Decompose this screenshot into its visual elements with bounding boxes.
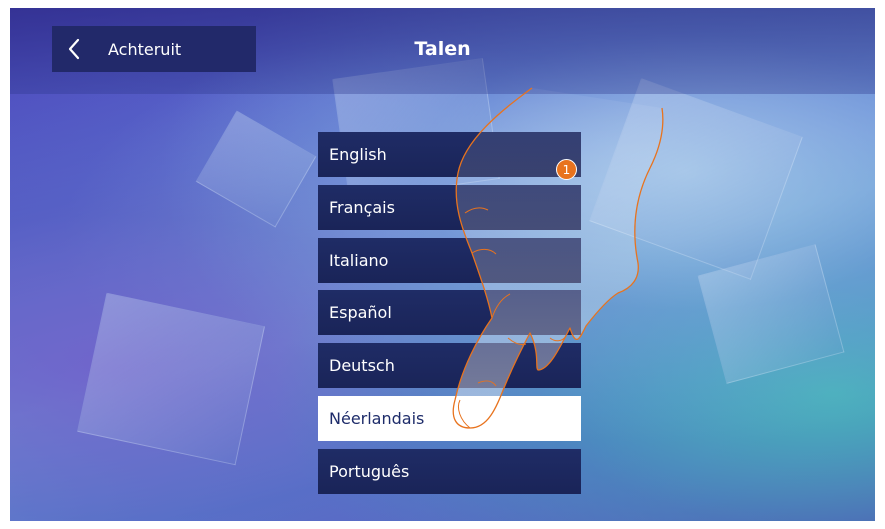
background-cube [589,78,803,280]
callout-badge: 1 [556,159,577,180]
language-item-portugues[interactable]: Português [318,448,581,494]
language-item-italiano[interactable]: Italiano [318,237,581,283]
language-list: English Français Italiano Español Deutsc… [318,132,581,502]
language-item-espanol[interactable]: Español [318,290,581,336]
language-item-neerlandais[interactable]: Néerlandais [318,395,581,441]
language-item-francais[interactable]: Français [318,184,581,230]
language-item-deutsch[interactable]: Deutsch [318,343,581,389]
background-cube [195,110,317,228]
page-title: Talen [414,38,471,60]
background-cube [77,292,265,466]
touch-screen: Achteruit Talen English Français Italian… [10,8,875,521]
language-item-english[interactable]: English [318,132,581,177]
